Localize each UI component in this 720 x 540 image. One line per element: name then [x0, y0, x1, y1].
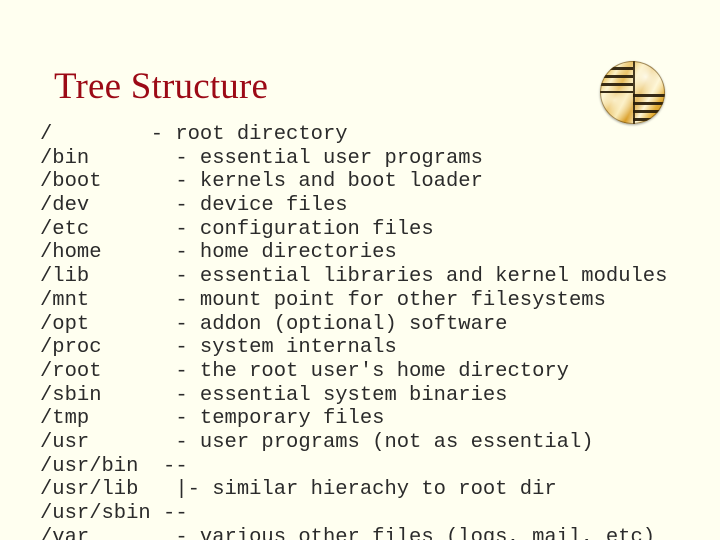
- list-item: /usr/bin --: [40, 454, 188, 478]
- list-item: /bin - essential user programs: [40, 146, 483, 170]
- list-item: /usr/lib |- similar hierachy to root dir: [40, 478, 557, 502]
- list-item: /root - the root user's home directory: [40, 359, 569, 383]
- list-item: /sbin - essential system binaries: [40, 383, 508, 407]
- list-item: /dev - device files: [40, 194, 348, 218]
- list-item: /mnt - mount point for other filesystems: [40, 288, 606, 312]
- list-item: /var - various other files (logs, mail, …: [40, 525, 656, 540]
- list-item: /usr - user programs (not as essential): [40, 430, 594, 454]
- list-item: /opt - addon (optional) software: [40, 312, 508, 336]
- page-title: Tree Structure: [54, 66, 269, 107]
- logo-rim: [600, 61, 665, 124]
- list-item: /boot - kernels and boot loader: [40, 170, 483, 194]
- list-item: /proc - system internals: [40, 336, 397, 360]
- list-item: / - root directory: [40, 123, 348, 146]
- list-item: /etc - configuration files: [40, 217, 434, 241]
- list-item: /usr/sbin --: [40, 502, 188, 525]
- gold-disc-logo: [600, 61, 665, 124]
- slide-canvas: Tree Structure / - root directory/bin - …: [0, 0, 720, 540]
- list-item: /home - home directories: [40, 241, 397, 265]
- directory-tree-listing: / - root directory/bin - essential user …: [40, 123, 720, 540]
- list-item: /lib - essential libraries and kernel mo…: [40, 265, 668, 289]
- list-item: /tmp - temporary files: [40, 407, 385, 431]
